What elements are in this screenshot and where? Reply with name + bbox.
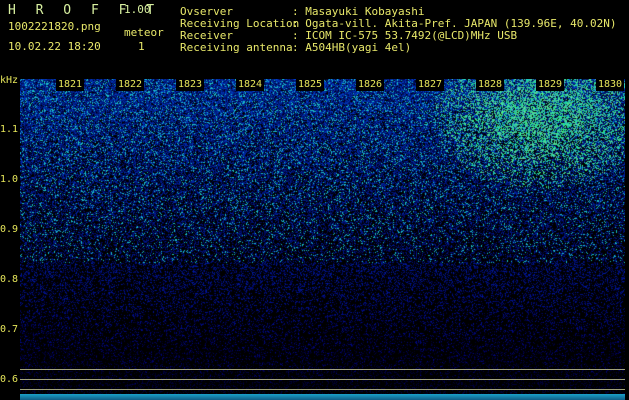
meteor-label: meteor [124,26,164,39]
minute-label: 1824 [236,79,265,91]
signal-baseline [20,394,625,400]
hrofft-window: H R O F F T 1.00 1002221820.png 10.02.22… [0,0,629,400]
minute-label: 1822 [116,79,145,91]
axis-tick: 1.0 [0,174,19,185]
datetime-label: 10.02.22 18:20 [8,40,101,53]
meteor-count: 1 [138,40,145,53]
minute-label: 1827 [416,79,445,91]
axis-tick: 1.1 [0,124,19,135]
frequency-axis: kHz 1.1 1.0 0.9 0.8 0.7 0.6 [0,75,20,400]
antenna-value: : A504HB(yagi 4el) [292,41,412,54]
minute-label: 1830 [596,79,625,91]
antenna-label: Receiving antenna [180,41,293,54]
filename-label: 1002221820.png [8,20,101,33]
spectrogram [20,79,625,400]
axis-tick: 0.7 [0,324,19,335]
minute-label: 1823 [176,79,205,91]
axis-tick: 0.8 [0,274,19,285]
axis-tick: 0.9 [0,224,19,235]
reference-line [20,389,625,390]
version-label: 1.00 [124,3,151,16]
minute-label: 1829 [536,79,565,91]
reference-line [20,379,625,380]
minute-label: 1825 [296,79,325,91]
minute-label: 1826 [356,79,385,91]
axis-tick: 0.6 [0,374,19,385]
minute-label: 1821 [56,79,85,91]
minute-label: 1828 [476,79,505,91]
reference-line [20,369,625,370]
axis-unit: kHz [0,75,19,86]
